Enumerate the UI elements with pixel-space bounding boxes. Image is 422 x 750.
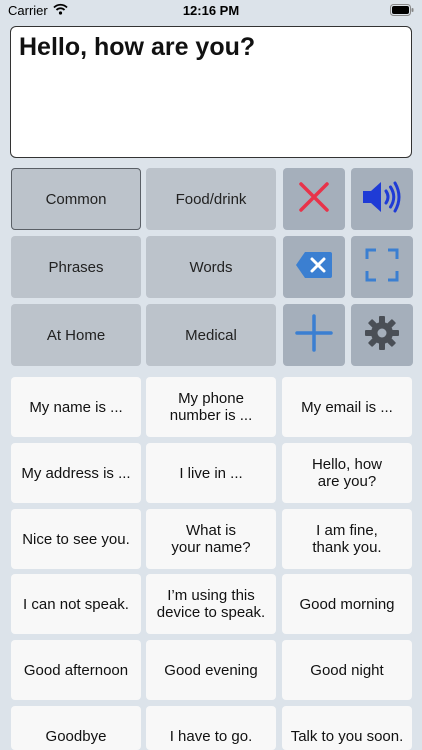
- phrase-button[interactable]: I am fine, thank you.: [282, 509, 412, 569]
- phrase-button[interactable]: Talk to you soon.: [282, 706, 412, 750]
- phrase-button[interactable]: Good morning: [282, 574, 412, 634]
- battery-icon: [390, 4, 414, 19]
- phrase-button[interactable]: My phone number is ...: [146, 377, 276, 437]
- backspace-button[interactable]: [283, 236, 345, 298]
- status-time: 12:16 PM: [182, 3, 240, 18]
- add-button[interactable]: [283, 304, 345, 366]
- speaker-icon: [361, 180, 403, 219]
- message-text-area[interactable]: Hello, how are you?: [10, 26, 412, 158]
- phrase-button[interactable]: I have to go.: [146, 706, 276, 750]
- phrase-button[interactable]: I live in ...: [146, 443, 276, 503]
- phrase-button[interactable]: My name is ...: [11, 377, 141, 437]
- phrase-button[interactable]: Good night: [282, 640, 412, 700]
- fullscreen-icon: [365, 248, 399, 287]
- phrase-button[interactable]: Hello, how are you?: [282, 443, 412, 503]
- close-icon: [298, 181, 330, 218]
- category-medical-button[interactable]: Medical: [146, 304, 276, 366]
- phrase-button[interactable]: I can not speak.: [11, 574, 141, 634]
- clear-button[interactable]: [283, 168, 345, 230]
- category-food-drink-button[interactable]: Food/drink: [146, 168, 276, 230]
- gear-icon: [364, 315, 400, 356]
- backspace-icon: [295, 251, 333, 284]
- phrase-button[interactable]: Nice to see you.: [11, 509, 141, 569]
- category-phrases-button[interactable]: Phrases: [11, 236, 141, 298]
- category-words-button[interactable]: Words: [146, 236, 276, 298]
- settings-button[interactable]: [351, 304, 413, 366]
- phrase-button[interactable]: My email is ...: [282, 377, 412, 437]
- category-at-home-button[interactable]: At Home: [11, 304, 141, 366]
- phrase-button[interactable]: Good evening: [146, 640, 276, 700]
- category-common-button[interactable]: Common: [11, 168, 141, 230]
- fullscreen-button[interactable]: [351, 236, 413, 298]
- phrase-button[interactable]: My address is ...: [11, 443, 141, 503]
- phrase-button[interactable]: What is your name?: [146, 509, 276, 569]
- status-bar: Carrier 12:16 PM: [0, 0, 422, 22]
- phrase-button[interactable]: Goodbye: [11, 706, 141, 750]
- plus-icon: [295, 313, 333, 357]
- phrase-button[interactable]: I’m using this device to speak.: [146, 574, 276, 634]
- speak-button[interactable]: [351, 168, 413, 230]
- phrase-button[interactable]: Good afternoon: [11, 640, 141, 700]
